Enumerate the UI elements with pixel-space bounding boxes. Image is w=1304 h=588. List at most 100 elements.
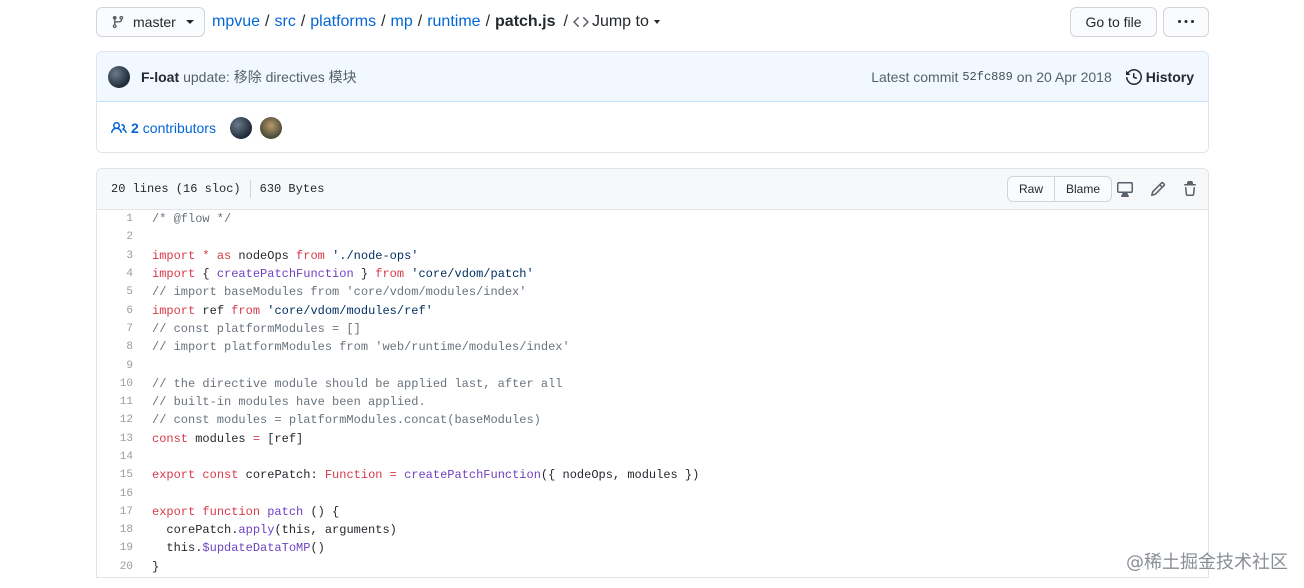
line-content: corePatch.apply(this, arguments) <box>152 523 397 538</box>
line-content: /* @flow */ <box>152 212 232 227</box>
code-line: 16 <box>97 484 1208 502</box>
go-to-file-button[interactable]: Go to file <box>1070 7 1157 37</box>
breadcrumb-runtime-link[interactable]: runtime <box>427 13 480 31</box>
commit-meta: Latest commit 52fc889 on 20 Apr 2018 His… <box>871 52 1194 102</box>
contributor-avatar[interactable] <box>229 116 252 139</box>
trash-icon[interactable] <box>1182 181 1198 197</box>
line-number[interactable]: 11 <box>97 396 133 408</box>
history-label: History <box>1145 69 1194 85</box>
code-line: 4 import { createPatchFunction } from 'co… <box>97 265 1208 283</box>
code-line: 10 // the directive module should be appl… <box>97 375 1208 393</box>
file-size: 630 Bytes <box>259 182 325 196</box>
history-link[interactable]: History <box>1125 69 1194 85</box>
breadcrumb: mpvue / src / platforms / mp / runtime /… <box>212 7 660 37</box>
code-line: 11 // built-in modules have been applied. <box>97 393 1208 411</box>
breadcrumb-separator: / <box>265 13 270 30</box>
line-number[interactable]: 7 <box>97 323 133 335</box>
file-lines-info: 20 lines (16 sloc) <box>111 182 241 196</box>
commit-row: F-loat update: 移除 directives 模块 Latest c… <box>97 52 1208 102</box>
line-number[interactable]: 6 <box>97 305 133 317</box>
line-number[interactable]: 15 <box>97 469 133 481</box>
line-content: export const corePatch: Function = creat… <box>152 468 700 483</box>
code-line: 17 export function patch () { <box>97 503 1208 521</box>
desktop-icon[interactable] <box>1117 181 1133 197</box>
line-content: const modules = [ref] <box>152 431 304 446</box>
jump-to-label: Jump to <box>591 13 649 30</box>
latest-commit-box: F-loat update: 移除 directives 模块 Latest c… <box>96 51 1209 153</box>
file-header: 20 lines (16 sloc) 630 Bytes Raw Blame <box>97 169 1208 210</box>
branch-select-button[interactable]: master <box>96 7 205 37</box>
line-number[interactable]: 10 <box>97 378 133 390</box>
code-line: 1 /* @flow */ <box>97 210 1208 228</box>
author-avatar[interactable] <box>108 65 130 88</box>
raw-button[interactable]: Raw <box>1008 177 1054 201</box>
latest-commit-label: Latest commit <box>871 69 959 85</box>
line-content: import { createPatchFunction } from 'cor… <box>152 267 534 282</box>
code-line: 7 // const platformModules = [] <box>97 320 1208 338</box>
commit-message[interactable]: update: 移除 directives 模块 <box>183 67 357 87</box>
chevron-down-icon <box>653 20 660 24</box>
git-branch-icon <box>112 15 124 29</box>
watermark: @稀土掘金技术社区 <box>1126 552 1288 573</box>
line-number[interactable]: 20 <box>97 561 133 573</box>
code-line: 2 <box>97 228 1208 246</box>
code-icon <box>573 16 589 28</box>
breadcrumb-mp-link[interactable]: mp <box>391 13 413 31</box>
commit-sha[interactable]: 52fc889 <box>962 70 1012 84</box>
line-number[interactable]: 1 <box>97 213 133 225</box>
line-number[interactable]: 14 <box>97 451 133 463</box>
breadcrumb-separator: / <box>485 13 491 30</box>
breadcrumb-separator: / <box>417 13 423 30</box>
line-number[interactable]: 12 <box>97 414 133 426</box>
line-number[interactable]: 4 <box>97 268 133 280</box>
code-line: 15 export const corePatch: Function = cre… <box>97 466 1208 484</box>
code-line: 14 <box>97 448 1208 466</box>
code-line: 19 this.$updateDataToMP() <box>97 539 1208 557</box>
commit-author[interactable]: F-loat <box>141 69 179 85</box>
more-options-button[interactable] <box>1163 7 1209 37</box>
line-number[interactable]: 9 <box>97 360 133 372</box>
line-number[interactable]: 19 <box>97 542 133 554</box>
blame-button[interactable]: Blame <box>1054 177 1111 201</box>
pencil-icon[interactable] <box>1150 181 1166 197</box>
jump-to-menu[interactable]: Jump to <box>573 13 660 31</box>
code-blob: 1 /* @flow */ 2 3 import * as nodeOps from '… <box>97 210 1208 576</box>
code-line: 3 import * as nodeOps from './node-ops' <box>97 247 1208 265</box>
code-line: 6 import ref from 'core/vdom/modules/ref' <box>97 301 1208 319</box>
line-content: this.$updateDataToMP() <box>152 541 325 556</box>
breadcrumb-file-name: patch.js <box>495 13 556 30</box>
breadcrumb-src-link[interactable]: src <box>274 13 295 31</box>
history-icon <box>1125 69 1142 85</box>
line-content: // the directive module should be applie… <box>152 376 563 391</box>
breadcrumb-platforms-link[interactable]: platforms <box>310 13 376 31</box>
line-content: // const modules = platformModules.conca… <box>152 413 541 428</box>
file-navigation: master mpvue / src / platforms / mp / ru… <box>96 7 1209 37</box>
line-number[interactable]: 2 <box>97 231 133 243</box>
contributors-link[interactable]: 2 contributors <box>111 120 216 136</box>
line-number[interactable]: 18 <box>97 524 133 536</box>
line-number[interactable]: 5 <box>97 286 133 298</box>
breadcrumb-repo-link[interactable]: mpvue <box>212 13 260 31</box>
breadcrumb-separator: / <box>381 13 386 30</box>
branch-name: master <box>133 14 176 30</box>
line-number[interactable]: 17 <box>97 506 133 518</box>
line-content: // built-in modules have been applied. <box>152 395 426 410</box>
people-icon <box>111 121 127 133</box>
line-content: // import platformModules from 'web/runt… <box>152 340 570 355</box>
line-number[interactable]: 3 <box>97 250 133 262</box>
line-content: // const platformModules = [] <box>152 321 361 336</box>
contributors-row: 2 contributors <box>97 102 1208 152</box>
code-line: 5 // import baseModules from 'core/vdom/m… <box>97 283 1208 301</box>
line-number[interactable]: 16 <box>97 488 133 500</box>
line-content: import ref from 'core/vdom/modules/ref' <box>152 303 433 318</box>
contributor-avatar[interactable] <box>259 116 282 139</box>
code-line: 18 corePatch.apply(this, arguments) <box>97 521 1208 539</box>
line-content: import * as nodeOps from './node-ops' <box>152 248 419 263</box>
line-content: export function patch () { <box>152 504 340 519</box>
contributors-label: contributors <box>142 119 216 136</box>
line-number[interactable]: 13 <box>97 433 133 445</box>
line-number[interactable]: 8 <box>97 341 133 353</box>
code-line: 12 // const modules = platformModules.con… <box>97 411 1208 429</box>
code-line: 8 // import platformModules from 'web/run… <box>97 338 1208 356</box>
code-line: 20} <box>97 558 1208 576</box>
